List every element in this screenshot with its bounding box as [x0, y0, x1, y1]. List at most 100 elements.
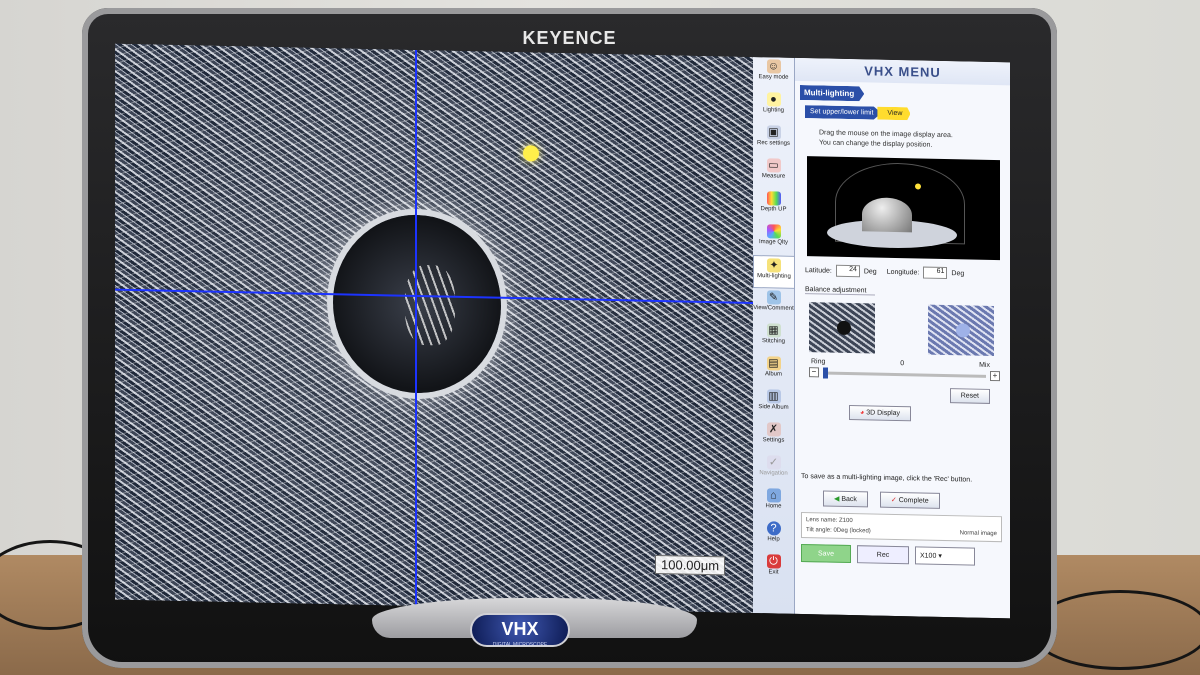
sidebar-item-label: Settings: [762, 437, 785, 444]
sidebar-item-label: Measure: [761, 173, 786, 180]
fiber-debris: [405, 264, 455, 346]
latitude-input[interactable]: 24: [835, 264, 860, 278]
step-view[interactable]: View: [877, 107, 910, 121]
slider-track[interactable]: [823, 366, 986, 379]
sidebar-item-label: Side Album: [758, 404, 789, 411]
monitor: KEYENCE 100.00μm ☺ Easy mode ● Lighting ▣ R…: [82, 8, 1057, 668]
section-ribbon: Multi-lighting: [800, 85, 864, 101]
lighting-direction-view[interactable]: [807, 156, 1000, 261]
camera-icon: ▣: [766, 125, 781, 140]
sidebar-item-help[interactable]: ? Help: [753, 519, 794, 553]
sample-dome: [862, 197, 912, 233]
sidebar-item-depth-up[interactable]: Depth UP: [753, 189, 794, 223]
longitude-label: Longitude:: [886, 268, 920, 276]
mix-label: Mix: [979, 361, 990, 369]
sidebar-item-label: Exit: [768, 569, 779, 576]
microscope-image[interactable]: 100.00μm: [115, 43, 753, 613]
rainbow-icon: [766, 191, 781, 206]
scale-bar-label: 100.00μm: [655, 554, 726, 576]
bulb-icon: ●: [766, 92, 781, 107]
sidebar-item-label: Album: [764, 371, 782, 378]
sidebar-item-measure[interactable]: ▭ Measure: [753, 156, 794, 190]
comment-icon: ✎: [766, 290, 781, 305]
sidebar-item-label: Help: [767, 536, 780, 543]
complete-button[interactable]: ✓ Complete: [879, 491, 940, 509]
longitude-input[interactable]: 61: [923, 266, 948, 280]
crosshair-vertical: [415, 49, 417, 606]
person-icon: ☺: [766, 59, 781, 74]
reset-button[interactable]: Reset: [949, 388, 990, 404]
side-album-icon: ▥: [766, 389, 781, 404]
save-note: To save as a multi-lighting image, click…: [801, 472, 973, 484]
sidebar-item-label: Rec settings: [756, 140, 790, 147]
3d-display-label: 3D Display: [866, 409, 901, 418]
normal-image-label: Normal image: [959, 530, 997, 538]
tilt-angle: Tilt angle: 0Deg (locked): [806, 527, 871, 535]
chevron-down-icon: ▾: [938, 552, 942, 560]
light-position-marker[interactable]: [523, 145, 539, 162]
sidebar-item-album[interactable]: ▤ Album: [753, 354, 794, 388]
sidebar-item-label: Multi-lighting: [757, 273, 791, 280]
balance-thumbnails: [809, 302, 994, 357]
balance-slider[interactable]: − +: [809, 366, 1000, 382]
power-icon: ⏻: [766, 554, 781, 569]
vhx-menu-panel: VHX MENU Multi-lighting Set upper/lower …: [795, 57, 1010, 619]
vhx-logo-text: VHX: [501, 619, 539, 639]
sidebar-item-view-comment[interactable]: ✎ View/Comment: [753, 288, 794, 322]
sidebar-item-easy-mode[interactable]: ☺ Easy mode: [753, 57, 794, 91]
sidebar-item-label: View/Comment: [753, 304, 794, 312]
back-label: Back: [841, 495, 857, 504]
stitch-icon: ▦: [766, 323, 781, 338]
ring-label: Ring: [811, 358, 826, 366]
sidebar-item-label: Stitching: [761, 338, 785, 345]
latitude-unit: Deg: [863, 267, 877, 276]
mix-thumbnail[interactable]: [928, 304, 994, 357]
sidebar-item-label: Image Qlty: [758, 239, 788, 246]
light-source-icon: [915, 183, 921, 190]
rec-button[interactable]: Rec: [857, 545, 909, 565]
navigation-icon: ✓: [766, 455, 781, 470]
sidebar: ☺ Easy mode ● Lighting ▣ Rec settings ▭ Meas…: [753, 56, 795, 614]
navigation-buttons: ◀ Back ✓ Complete: [823, 490, 1010, 510]
bottom-bar: Save Rec X100 ▾: [801, 543, 1010, 566]
step-set-limit[interactable]: Set upper/lower limit: [805, 105, 881, 120]
ruler-icon: ▭: [766, 158, 781, 173]
sidebar-item-side-album[interactable]: ▥ Side Album: [753, 387, 794, 421]
longitude-unit: Deg: [951, 269, 965, 277]
instruction-text: Drag the mouse on the image display area…: [819, 128, 998, 152]
zoom-value: X100: [920, 552, 937, 560]
sidebar-item-settings[interactable]: ✗ Settings: [753, 420, 794, 454]
sidebar-item-image-quality[interactable]: Image Qlty: [753, 222, 794, 256]
lens-info: Lens name: Z100 Tilt angle: 0Deg (locked…: [801, 511, 1002, 543]
balance-adjustment-heading: Balance adjustment: [805, 286, 875, 296]
sidebar-item-home[interactable]: ⌂ Home: [753, 486, 794, 520]
3d-display-button[interactable]: ◕ 3D Display: [849, 405, 912, 422]
help-icon: ?: [766, 521, 781, 536]
vhx-logo: VHX DIGITAL MICROSCOPE: [470, 613, 570, 648]
sidebar-item-stitching[interactable]: ▦ Stitching: [753, 321, 794, 355]
plus-icon[interactable]: +: [990, 370, 1000, 382]
sidebar-item-label: Easy mode: [758, 74, 789, 81]
zoom-select[interactable]: X100 ▾: [915, 546, 975, 566]
sidebar-item-multi-lighting[interactable]: ✦ Multi-lighting: [753, 254, 794, 289]
sidebar-item-exit[interactable]: ⏻ Exit: [753, 552, 794, 586]
sidebar-item-label: Depth UP: [760, 206, 787, 213]
back-button[interactable]: ◀ Back: [823, 490, 868, 508]
home-icon: ⌂: [766, 488, 781, 503]
slider-knob[interactable]: [823, 366, 828, 379]
sidebar-item-rec-settings[interactable]: ▣ Rec settings: [753, 123, 794, 157]
complete-label: Complete: [898, 497, 929, 505]
step-indicator: Set upper/lower limit View: [805, 105, 1010, 122]
sidebar-item-label: Navigation: [759, 470, 788, 477]
ring-thumbnail[interactable]: [809, 302, 875, 354]
sidebar-item-lighting[interactable]: ● Lighting: [753, 90, 794, 124]
sidebar-item-navigation[interactable]: ✓ Navigation: [753, 453, 794, 487]
sidebar-item-label: Lighting: [762, 107, 785, 114]
sidebar-item-label: Home: [765, 503, 782, 510]
menu-title: VHX MENU: [795, 57, 1010, 86]
save-button[interactable]: Save: [801, 543, 851, 564]
minus-icon[interactable]: −: [809, 367, 819, 378]
album-icon: ▤: [766, 356, 781, 371]
latitude-label: Latitude:: [805, 266, 832, 275]
angle-controls: Latitude: 24 Deg Longitude: 61 Deg: [805, 264, 1010, 280]
